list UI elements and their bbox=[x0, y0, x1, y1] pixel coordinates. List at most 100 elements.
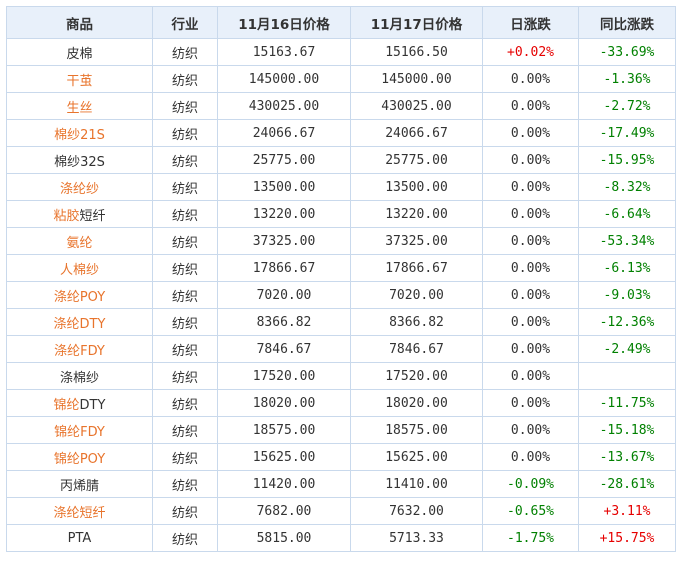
price-nov16-cell: 13500.00 bbox=[217, 173, 351, 201]
yoy-change-cell: -33.69% bbox=[578, 38, 676, 66]
yoy-change-cell: -28.61% bbox=[578, 470, 676, 498]
header-yoy-change: 同比涨跌 bbox=[578, 6, 676, 39]
price-nov17-cell: 37325.00 bbox=[350, 227, 483, 255]
commodity-name-cell: 锦纶FDY bbox=[6, 416, 153, 444]
table-row: 涤纶DTY 纺织 8366.82 8366.82 0.00% -12.36% bbox=[6, 308, 676, 336]
commodity-price-table: 商品 行业 11月16日价格 11月17日价格 日涨跌 同比涨跌 皮棉 纺织 151… bbox=[6, 6, 676, 552]
table-row: 干茧 纺织 145000.00 145000.00 0.00% -1.36% bbox=[6, 65, 676, 93]
commodity-link[interactable]: 棉纱21S bbox=[54, 128, 105, 143]
price-nov17-cell: 17520.00 bbox=[350, 362, 483, 390]
table-row: 人棉纱 纺织 17866.67 17866.67 0.00% -6.13% bbox=[6, 254, 676, 282]
industry-cell: 纺织 bbox=[152, 227, 218, 255]
price-nov16-cell: 24066.67 bbox=[217, 119, 351, 147]
industry-cell: 纺织 bbox=[152, 173, 218, 201]
commodity-name-cell: 棉纱32S bbox=[6, 146, 153, 174]
price-nov17-cell: 7020.00 bbox=[350, 281, 483, 309]
price-nov17-cell: 13220.00 bbox=[350, 200, 483, 228]
commodity-link[interactable]: 干茧 bbox=[66, 74, 92, 89]
price-nov17-cell: 145000.00 bbox=[350, 65, 483, 93]
table-row: 棉纱32S 纺织 25775.00 25775.00 0.00% -15.95% bbox=[6, 146, 676, 174]
header-price-nov17: 11月17日价格 bbox=[350, 6, 483, 39]
commodity-link[interactable]: 涤纶短纤 bbox=[53, 506, 105, 521]
daily-change-cell: 0.00% bbox=[482, 119, 579, 147]
price-nov16-cell: 7682.00 bbox=[217, 497, 351, 525]
price-nov16-cell: 11420.00 bbox=[217, 470, 351, 498]
commodity-name-cell: 皮棉 bbox=[6, 38, 153, 66]
price-nov17-cell: 7632.00 bbox=[350, 497, 483, 525]
commodity-name-cell: 干茧 bbox=[6, 65, 153, 93]
table-row: 锦纶DTY 纺织 18020.00 18020.00 0.00% -11.75% bbox=[6, 389, 676, 417]
header-daily-change: 日涨跌 bbox=[482, 6, 579, 39]
daily-change-cell: -1.75% bbox=[482, 524, 579, 552]
commodity-link[interactable]: 人棉纱 bbox=[60, 263, 99, 278]
commodity-name: 皮棉 bbox=[66, 46, 93, 62]
commodity-name-cell: 涤纶FDY bbox=[6, 335, 153, 363]
commodity-name: 丙烯腈 bbox=[59, 478, 99, 494]
price-nov17-cell: 7846.67 bbox=[350, 335, 483, 363]
yoy-change-cell: -13.67% bbox=[578, 443, 676, 471]
price-nov17-cell: 430025.00 bbox=[350, 92, 483, 120]
commodity-name-cell: PTA bbox=[6, 524, 153, 552]
commodity-link[interactable]: 涤纶纱 bbox=[60, 182, 99, 197]
price-nov16-cell: 5815.00 bbox=[217, 524, 351, 552]
table-row: 涤纶FDY 纺织 7846.67 7846.67 0.00% -2.49% bbox=[6, 335, 676, 363]
table-row: 棉纱21S 纺织 24066.67 24066.67 0.00% -17.49% bbox=[6, 119, 676, 147]
commodity-name-cell: 涤棉纱 bbox=[6, 362, 153, 390]
yoy-change-cell: -8.32% bbox=[578, 173, 676, 201]
commodity-name-cell: 氨纶 bbox=[6, 227, 153, 255]
commodity-link[interactable]: 锦纶FDY bbox=[54, 425, 105, 440]
yoy-change-cell: +15.75% bbox=[578, 524, 676, 552]
commodity-name-cell: 涤纶短纤 bbox=[6, 497, 153, 525]
table-row: PTA 纺织 5815.00 5713.33 -1.75% +15.75% bbox=[6, 524, 676, 552]
price-nov17-cell: 13500.00 bbox=[350, 173, 483, 201]
commodity-name-cell: 锦纶DTY bbox=[6, 389, 153, 417]
commodity-link[interactable]: 涤纶POY bbox=[54, 290, 105, 305]
table-row: 涤纶POY 纺织 7020.00 7020.00 0.00% -9.03% bbox=[6, 281, 676, 309]
industry-cell: 纺织 bbox=[152, 200, 218, 228]
commodity-link[interactable]: 涤纶DTY bbox=[54, 317, 106, 332]
daily-change-cell: 0.00% bbox=[482, 200, 579, 228]
commodity-name: 棉纱32S bbox=[54, 154, 105, 170]
daily-change-cell: 0.00% bbox=[482, 92, 579, 120]
yoy-change-cell: -6.64% bbox=[578, 200, 676, 228]
price-nov17-cell: 8366.82 bbox=[350, 308, 483, 336]
yoy-change-cell: -6.13% bbox=[578, 254, 676, 282]
yoy-change-cell bbox=[578, 362, 676, 390]
yoy-change-cell: +3.11% bbox=[578, 497, 676, 525]
commodity-name-cell: 人棉纱 bbox=[6, 254, 153, 282]
daily-change-cell: 0.00% bbox=[482, 254, 579, 282]
commodity-link[interactable]: 锦纶POY bbox=[54, 452, 105, 467]
table-row: 涤纶短纤 纺织 7682.00 7632.00 -0.65% +3.11% bbox=[6, 497, 676, 525]
price-nov17-cell: 17866.67 bbox=[350, 254, 483, 282]
commodity-link[interactable]: 涤纶FDY bbox=[54, 344, 105, 359]
commodity-name-cell: 锦纶POY bbox=[6, 443, 153, 471]
daily-change-cell: 0.00% bbox=[482, 443, 579, 471]
price-nov16-cell: 8366.82 bbox=[217, 308, 351, 336]
daily-change-cell: 0.00% bbox=[482, 416, 579, 444]
price-nov16-cell: 15625.00 bbox=[217, 443, 351, 471]
table-row: 粘胶短纤 纺织 13220.00 13220.00 0.00% -6.64% bbox=[6, 200, 676, 228]
yoy-change-cell: -11.75% bbox=[578, 389, 676, 417]
industry-cell: 纺织 bbox=[152, 335, 218, 363]
price-nov16-cell: 15163.67 bbox=[217, 38, 351, 66]
daily-change-cell: 0.00% bbox=[482, 146, 579, 174]
commodity-name: 短纤 bbox=[79, 208, 106, 224]
commodity-link[interactable]: 生丝 bbox=[66, 101, 92, 116]
industry-cell: 纺织 bbox=[152, 524, 218, 552]
industry-cell: 纺织 bbox=[152, 92, 218, 120]
industry-cell: 纺织 bbox=[152, 119, 218, 147]
yoy-change-cell: -17.49% bbox=[578, 119, 676, 147]
price-nov16-cell: 7020.00 bbox=[217, 281, 351, 309]
table-row: 氨纶 纺织 37325.00 37325.00 0.00% -53.34% bbox=[6, 227, 676, 255]
price-nov16-cell: 18020.00 bbox=[217, 389, 351, 417]
commodity-name: PTA bbox=[67, 530, 92, 546]
industry-cell: 纺织 bbox=[152, 443, 218, 471]
commodity-link[interactable]: 氨纶 bbox=[66, 236, 92, 251]
price-nov16-cell: 17520.00 bbox=[217, 362, 351, 390]
commodity-link[interactable]: 锦纶 bbox=[54, 398, 80, 413]
daily-change-cell: 0.00% bbox=[482, 227, 579, 255]
yoy-change-cell: -12.36% bbox=[578, 308, 676, 336]
commodity-link[interactable]: 粘胶 bbox=[53, 209, 79, 224]
table-row: 丙烯腈 纺织 11420.00 11410.00 -0.09% -28.61% bbox=[6, 470, 676, 498]
commodity-name-cell: 涤纶纱 bbox=[6, 173, 153, 201]
